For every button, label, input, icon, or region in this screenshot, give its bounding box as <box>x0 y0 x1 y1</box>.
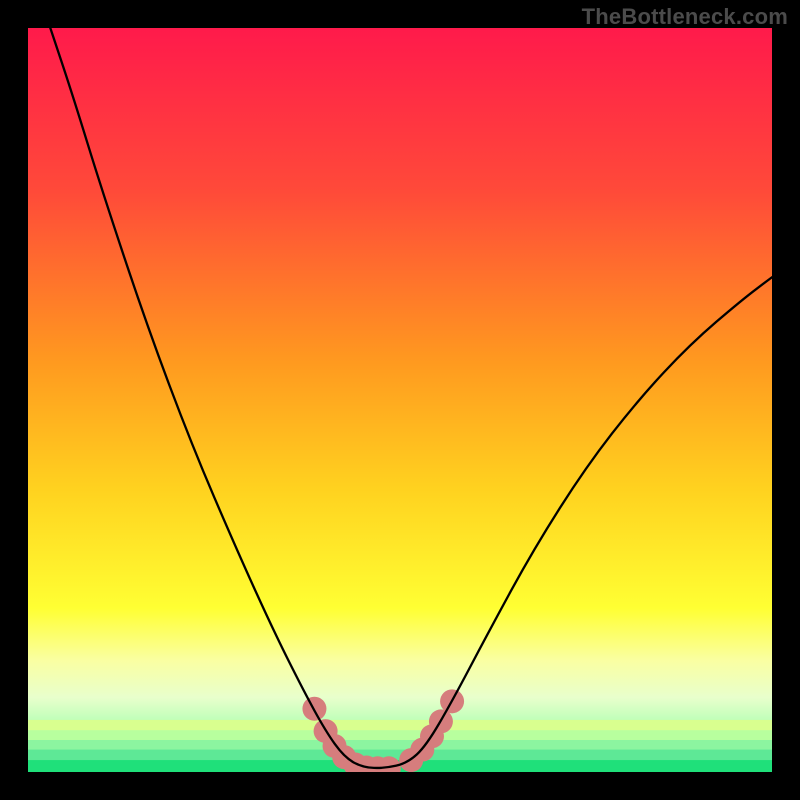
bg-band <box>28 740 772 750</box>
bg-band <box>28 730 772 740</box>
plot-area <box>28 28 772 772</box>
bg-band <box>28 720 772 730</box>
watermark-text: TheBottleneck.com <box>582 4 788 30</box>
chart-frame: TheBottleneck.com <box>0 0 800 800</box>
chart-svg <box>28 28 772 772</box>
gradient-bg <box>28 28 772 772</box>
